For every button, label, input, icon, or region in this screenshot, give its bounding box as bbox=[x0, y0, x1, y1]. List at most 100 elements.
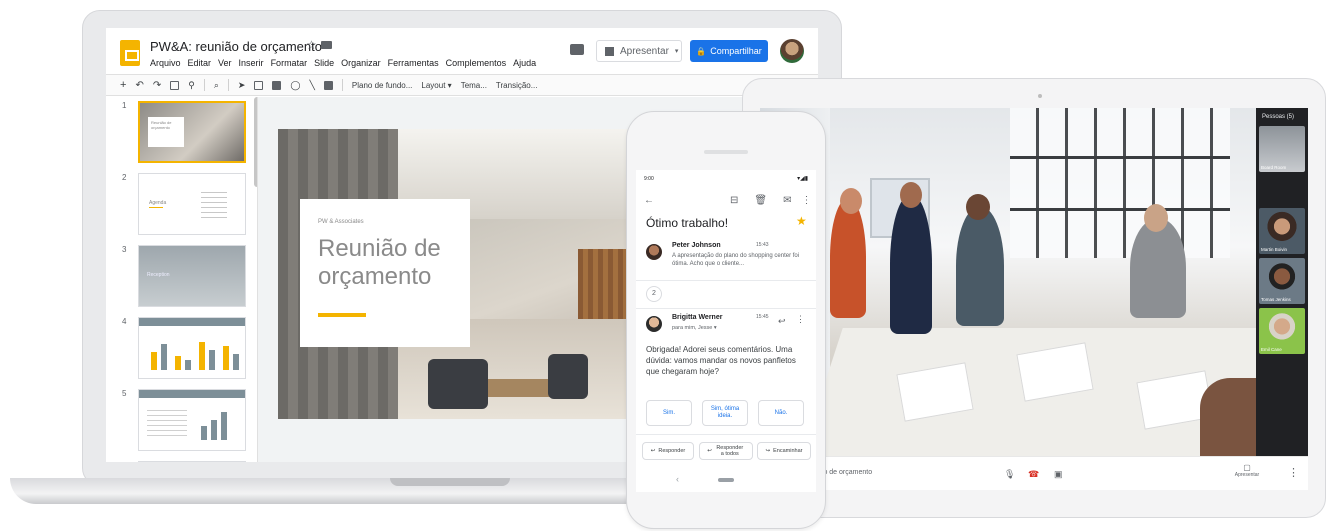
thumb-header bbox=[139, 390, 245, 398]
layout-button[interactable]: Layout ▾ bbox=[421, 81, 451, 90]
menu-complementos[interactable]: Complementos bbox=[446, 58, 507, 68]
more-options-icon[interactable]: ⋮ bbox=[1288, 466, 1299, 479]
tablet-camera bbox=[1038, 94, 1042, 98]
star-icon[interactable]: ★ bbox=[796, 214, 807, 228]
menu-slide[interactable]: Slide bbox=[314, 58, 334, 68]
toolbar-divider bbox=[341, 79, 343, 91]
forward-button[interactable]: ↪ Encaminhar bbox=[757, 442, 811, 460]
nav-back-icon[interactable]: ‹ bbox=[676, 474, 679, 484]
redo-icon[interactable]: ↷ bbox=[153, 80, 161, 91]
delete-icon[interactable]: 🗑 bbox=[754, 195, 767, 206]
meet-controls: ião de orçamento 🎙 ☎ ▣ ▢ Apresentar ⋮ bbox=[760, 456, 1308, 490]
slide-number: 1 bbox=[122, 101, 127, 110]
more-icon[interactable]: ⋮ bbox=[801, 195, 811, 206]
slide-thumb-1[interactable]: Reunião de orçamento bbox=[138, 101, 246, 163]
video-window-bar bbox=[1010, 156, 1230, 159]
comment-add-icon[interactable] bbox=[323, 80, 333, 90]
slide-thumb-3[interactable]: Reception bbox=[138, 245, 246, 307]
collapsed-count[interactable]: 2 bbox=[646, 286, 662, 302]
menu-ferramentas[interactable]: Ferramentas bbox=[388, 58, 439, 68]
avatar bbox=[646, 244, 662, 260]
nav-home-icon[interactable] bbox=[718, 478, 734, 482]
thumb-bar bbox=[175, 356, 181, 370]
theme-button[interactable]: Tema... bbox=[461, 81, 487, 90]
present-button[interactable]: Apresentar ▾ bbox=[596, 40, 682, 62]
thumb-bar bbox=[201, 426, 207, 440]
line-icon[interactable]: ╲ bbox=[309, 80, 314, 91]
sender-name: Brigitta Werner bbox=[672, 314, 723, 321]
smart-reply-yes-great[interactable]: Sim, ótima ideia. bbox=[702, 400, 748, 426]
slide-thumb-2[interactable]: Agenda bbox=[138, 173, 246, 235]
print-icon[interactable] bbox=[170, 80, 180, 90]
participant-tile[interactable]: Board Room bbox=[1259, 126, 1305, 172]
smart-reply-yes[interactable]: Sim. bbox=[646, 400, 692, 426]
chevron-down-icon[interactable]: ▾ bbox=[675, 47, 679, 55]
menu-formatar[interactable]: Formatar bbox=[271, 58, 308, 68]
recipients[interactable]: para mim, Jesse ▾ bbox=[672, 325, 717, 331]
star-icon[interactable]: ☆ bbox=[306, 38, 317, 52]
thumb-bar bbox=[161, 344, 167, 370]
slide-title-card[interactable]: PW & Associates Reunião de orçamento bbox=[300, 199, 470, 347]
menu-ver[interactable]: Ver bbox=[218, 58, 232, 68]
people-label[interactable]: Pessoas (5) bbox=[1262, 114, 1294, 120]
select-icon[interactable]: ➤ bbox=[238, 80, 246, 91]
slides-logo-icon[interactable] bbox=[120, 40, 140, 66]
avatar[interactable] bbox=[780, 39, 804, 63]
background-button[interactable]: Plano de fundo... bbox=[352, 81, 413, 90]
reply-all-button[interactable]: ↩ Responder a todos bbox=[699, 442, 753, 460]
hang-up-icon[interactable]: ☎ bbox=[1028, 469, 1039, 480]
paint-format-icon[interactable]: ⚲ bbox=[188, 80, 195, 91]
menu-inserir[interactable]: Inserir bbox=[239, 58, 264, 68]
slide-thumb-4[interactable] bbox=[138, 317, 246, 379]
zoom-icon[interactable]: ⌕ bbox=[214, 80, 219, 91]
thumb-header bbox=[139, 318, 245, 326]
thumb-bar bbox=[233, 354, 239, 370]
toolbar: + ↶ ↷ ⚲ ⌕ ➤ ◯ ╲ Plano de fundo... Layout… bbox=[106, 74, 818, 96]
message-collapsed[interactable]: Peter Johnson 15:43 A apresentação do pl… bbox=[646, 242, 806, 282]
camera-icon[interactable]: ▣ bbox=[1054, 469, 1063, 480]
archive-icon[interactable]: ⊟ bbox=[730, 195, 738, 206]
thumb-title: Reunião de orçamento bbox=[148, 117, 184, 147]
participant-tile[interactable]: Emil Cane bbox=[1259, 308, 1305, 354]
thumb-bar bbox=[151, 352, 157, 370]
mic-icon[interactable]: 🎙 bbox=[1004, 469, 1015, 480]
video-person bbox=[956, 206, 1004, 326]
reply-button[interactable]: ↩ Responder bbox=[642, 442, 694, 460]
slide-accent-bar bbox=[318, 313, 366, 317]
document-title[interactable]: PW&A: reunião de orçamento bbox=[150, 39, 322, 54]
back-arrow-icon[interactable]: ← bbox=[644, 195, 654, 206]
undo-icon[interactable]: ↶ bbox=[135, 80, 143, 91]
video-face bbox=[1144, 204, 1168, 232]
present-now-button[interactable]: ▢ Apresentar bbox=[1232, 463, 1262, 478]
new-slide-icon[interactable]: + bbox=[120, 79, 126, 91]
participant-tile[interactable]: Tomas Jenkins bbox=[1259, 258, 1305, 304]
forward-icon: ↪ bbox=[765, 448, 771, 454]
comment-icon[interactable] bbox=[570, 44, 584, 55]
menu-arquivo[interactable]: Arquivo bbox=[150, 58, 181, 68]
image-icon[interactable] bbox=[272, 80, 282, 90]
slide-thumb-5[interactable] bbox=[138, 389, 246, 451]
slide-number: 2 bbox=[122, 173, 127, 182]
menu-organizar[interactable]: Organizar bbox=[341, 58, 381, 68]
phone-speaker bbox=[704, 150, 748, 154]
menu-ajuda[interactable]: Ajuda bbox=[513, 58, 536, 68]
folder-icon[interactable] bbox=[321, 41, 332, 49]
mark-unread-icon[interactable]: ✉ bbox=[783, 195, 791, 206]
reply-icon[interactable]: ↩ bbox=[778, 316, 786, 327]
shape-icon[interactable]: ◯ bbox=[290, 80, 300, 91]
transition-button[interactable]: Transição... bbox=[496, 81, 538, 90]
main-video[interactable] bbox=[760, 108, 1256, 456]
slide-thumb-6[interactable] bbox=[138, 461, 246, 462]
thumb-title: Reception bbox=[147, 272, 170, 278]
slide-company: PW & Associates bbox=[318, 219, 364, 225]
menu-editar[interactable]: Editar bbox=[188, 58, 212, 68]
share-button[interactable]: 🔒 Compartilhar bbox=[690, 40, 768, 62]
smart-reply-no[interactable]: Não. bbox=[758, 400, 804, 426]
participant-tile[interactable]: Martin Boivin bbox=[1259, 208, 1305, 254]
android-nav-bar: ‹ bbox=[636, 468, 816, 492]
message-expanded-header[interactable]: Brigitta Werner 15:45 para mim, Jesse ▾ … bbox=[646, 314, 806, 342]
textbox-icon[interactable] bbox=[254, 80, 264, 90]
more-icon[interactable]: ⋮ bbox=[796, 314, 805, 325]
participants-panel: Pessoas (5) Board Room Martin Boivin Tom… bbox=[1256, 108, 1308, 456]
message-time: 15:43 bbox=[756, 242, 769, 248]
